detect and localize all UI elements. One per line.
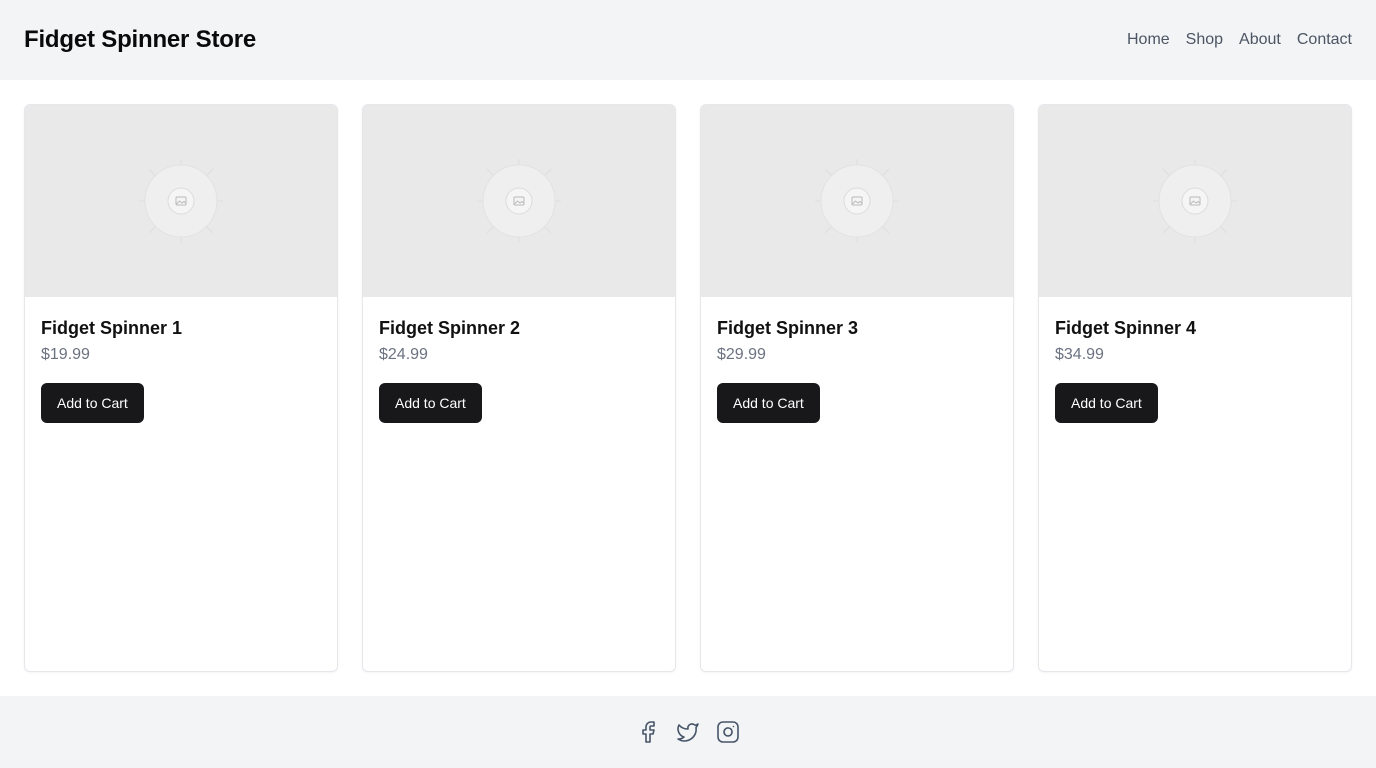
product-image-placeholder (701, 105, 1013, 297)
product-name: Fidget Spinner 4 (1055, 318, 1197, 338)
nav-home-link[interactable]: Home (1127, 31, 1170, 49)
nav-shop-link[interactable]: Shop (1186, 31, 1223, 49)
product-card: Fidget Spinner 1 $19.99 Add to Cart (24, 104, 338, 672)
product-image-placeholder (363, 105, 675, 297)
nav-contact-link[interactable]: Contact (1297, 31, 1352, 49)
product-image-placeholder (1039, 105, 1351, 297)
image-placeholder-icon (477, 159, 561, 243)
facebook-icon[interactable] (636, 720, 660, 744)
add-to-cart-button[interactable]: Add to Cart (717, 383, 820, 423)
site-title: Fidget Spinner Store (24, 26, 257, 53)
product-card: Fidget Spinner 3 $29.99 Add to Cart (700, 104, 1014, 672)
product-name: Fidget Spinner 1 (41, 318, 183, 338)
instagram-icon[interactable] (716, 720, 740, 744)
product-card: Fidget Spinner 4 $34.99 Add to Cart (1038, 104, 1352, 672)
product-name: Fidget Spinner 2 (379, 318, 521, 338)
product-price: $24.99 (379, 346, 428, 363)
product-price: $19.99 (41, 346, 90, 363)
site-header: Fidget Spinner Store Home Shop About Con… (0, 0, 1376, 80)
add-to-cart-button[interactable]: Add to Cart (1055, 383, 1158, 423)
twitter-icon[interactable] (676, 720, 700, 744)
image-placeholder-icon (1153, 159, 1237, 243)
product-price: $29.99 (717, 346, 766, 363)
nav-about-link[interactable]: About (1239, 31, 1281, 49)
product-image-placeholder (25, 105, 337, 297)
add-to-cart-button[interactable]: Add to Cart (41, 383, 144, 423)
product-grid: Fidget Spinner 1 $19.99 Add to Cart Fidg… (0, 80, 1376, 696)
product-card: Fidget Spinner 2 $24.99 Add to Cart (362, 104, 676, 672)
image-placeholder-icon (815, 159, 899, 243)
product-price: $34.99 (1055, 346, 1104, 363)
main-nav: Home Shop About Contact (1127, 31, 1352, 49)
product-name: Fidget Spinner 3 (717, 318, 859, 338)
image-placeholder-icon (139, 159, 223, 243)
site-footer (0, 696, 1376, 768)
add-to-cart-button[interactable]: Add to Cart (379, 383, 482, 423)
